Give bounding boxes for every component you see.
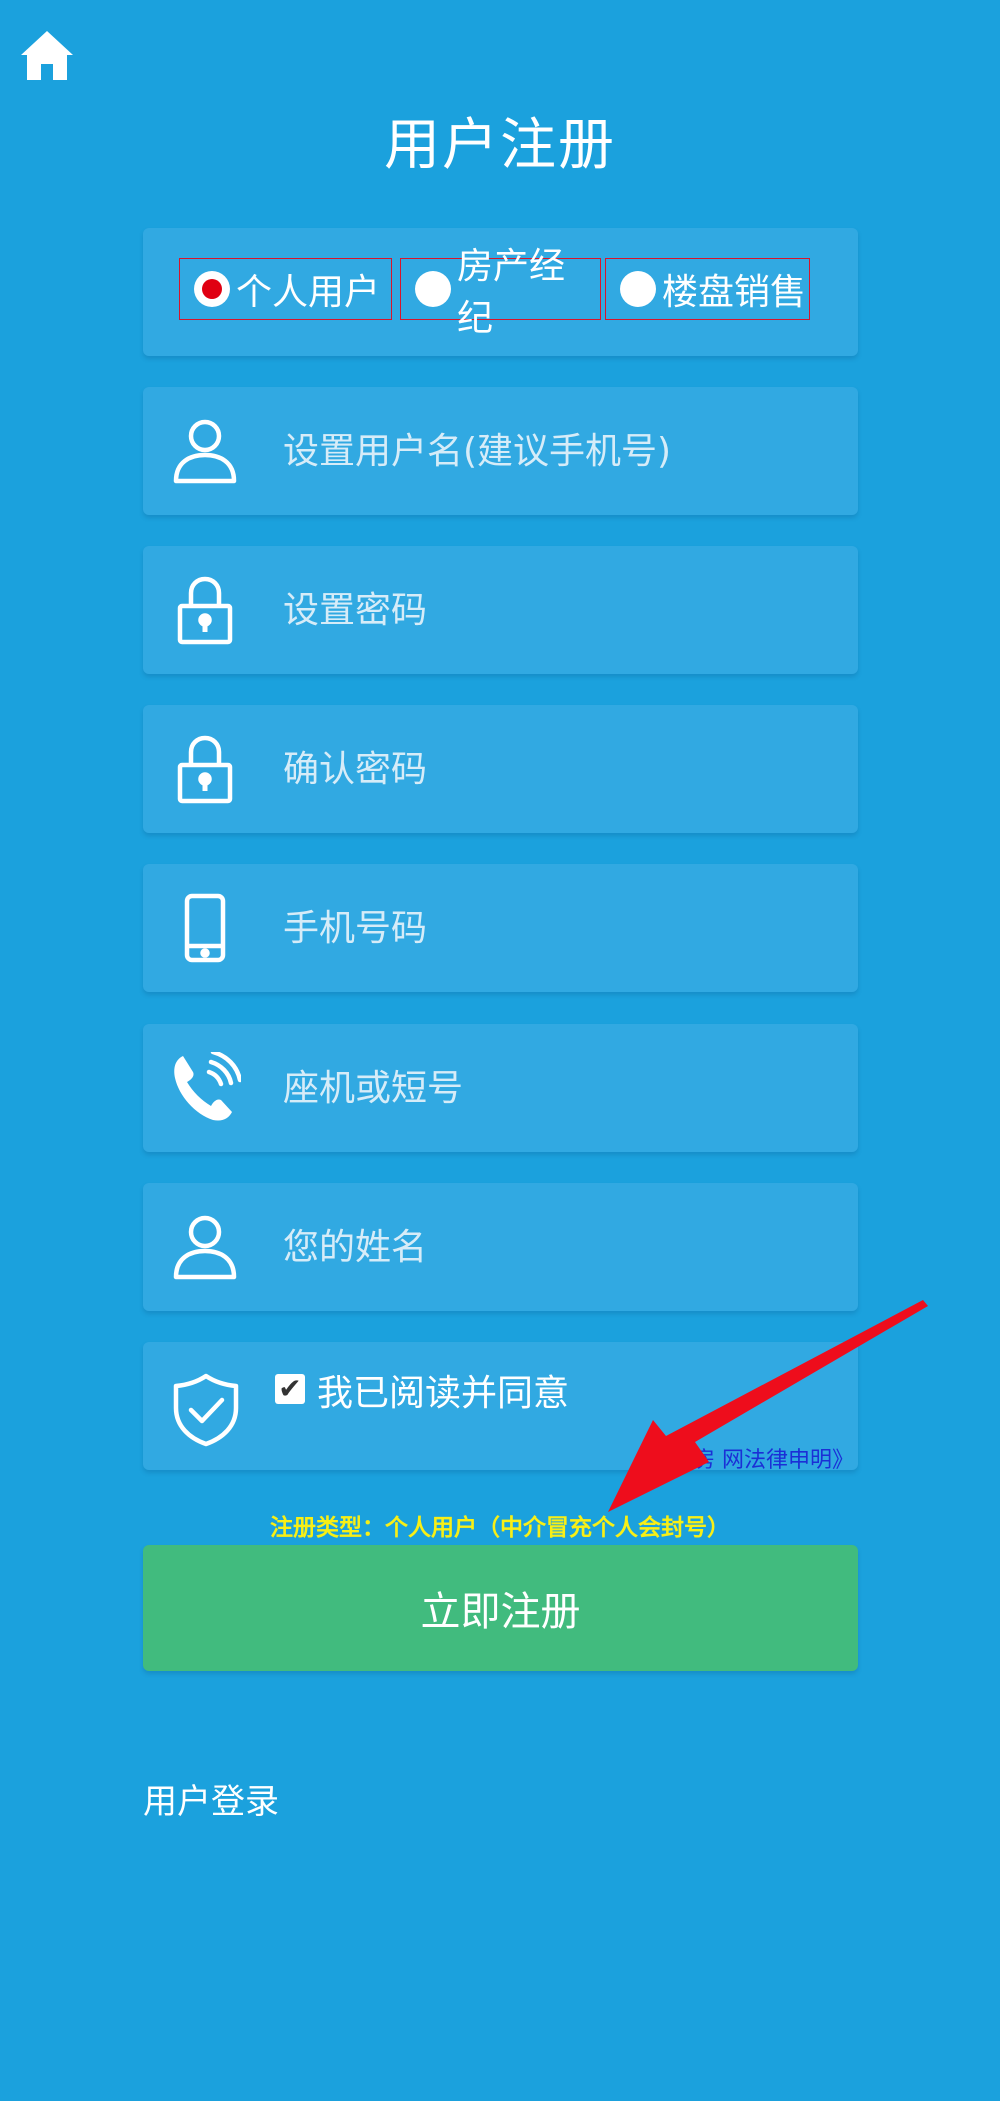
- home-icon[interactable]: [18, 28, 76, 82]
- user-type-label: 楼盘销售: [662, 272, 807, 313]
- legal-statement-link[interactable]: 《海莆房 网法律申明》: [627, 1442, 854, 1474]
- register-type-notice: 注册类型：个人用户（中介冒充个人会封号）: [270, 1515, 730, 1541]
- username-field: [143, 387, 858, 515]
- lock-icon: [177, 576, 233, 645]
- agreement-label: 我已阅读并同意: [317, 1373, 570, 1414]
- landline-phone-icon: [174, 1052, 241, 1121]
- radio-unselected-icon: [415, 271, 451, 307]
- landline-field: [143, 1024, 858, 1152]
- landline-input[interactable]: [283, 1024, 843, 1152]
- agreement-field: ✔ 我已阅读并同意 《海莆房 网法律申明》: [143, 1342, 858, 1473]
- user-type-agent-option[interactable]: 房产经纪: [400, 246, 601, 339]
- radio-unselected-icon: [620, 271, 656, 307]
- phone-icon: [184, 893, 226, 963]
- name-input[interactable]: [283, 1183, 843, 1311]
- page-title: 用户注册: [384, 113, 616, 178]
- mobile-input[interactable]: [283, 864, 843, 992]
- user-type-personal-option[interactable]: 个人用户: [179, 258, 392, 320]
- agreement-checkbox[interactable]: ✔: [275, 1374, 305, 1404]
- radio-selected-icon: [194, 271, 230, 307]
- shield-check-icon: [173, 1373, 239, 1447]
- user-login-link[interactable]: 用户登录: [143, 1774, 279, 1823]
- username-input[interactable]: [283, 387, 843, 515]
- register-submit-button[interactable]: 立即注册: [143, 1545, 858, 1671]
- lock-icon: [177, 735, 233, 804]
- user-type-label: 房产经纪: [457, 246, 566, 339]
- user-icon: [173, 1215, 237, 1280]
- confirm-password-input[interactable]: [283, 705, 843, 833]
- user-type-sales-option[interactable]: 楼盘销售: [605, 258, 810, 320]
- password-input[interactable]: [283, 546, 843, 674]
- password-field: [143, 546, 858, 674]
- confirm-password-field: [143, 705, 858, 833]
- user-type-label: 个人用户: [236, 272, 381, 313]
- user-type-selector: 个人用户 房产经纪 楼盘销售: [143, 228, 858, 356]
- user-icon: [173, 419, 237, 484]
- mobile-field: [143, 864, 858, 992]
- name-field: [143, 1183, 858, 1311]
